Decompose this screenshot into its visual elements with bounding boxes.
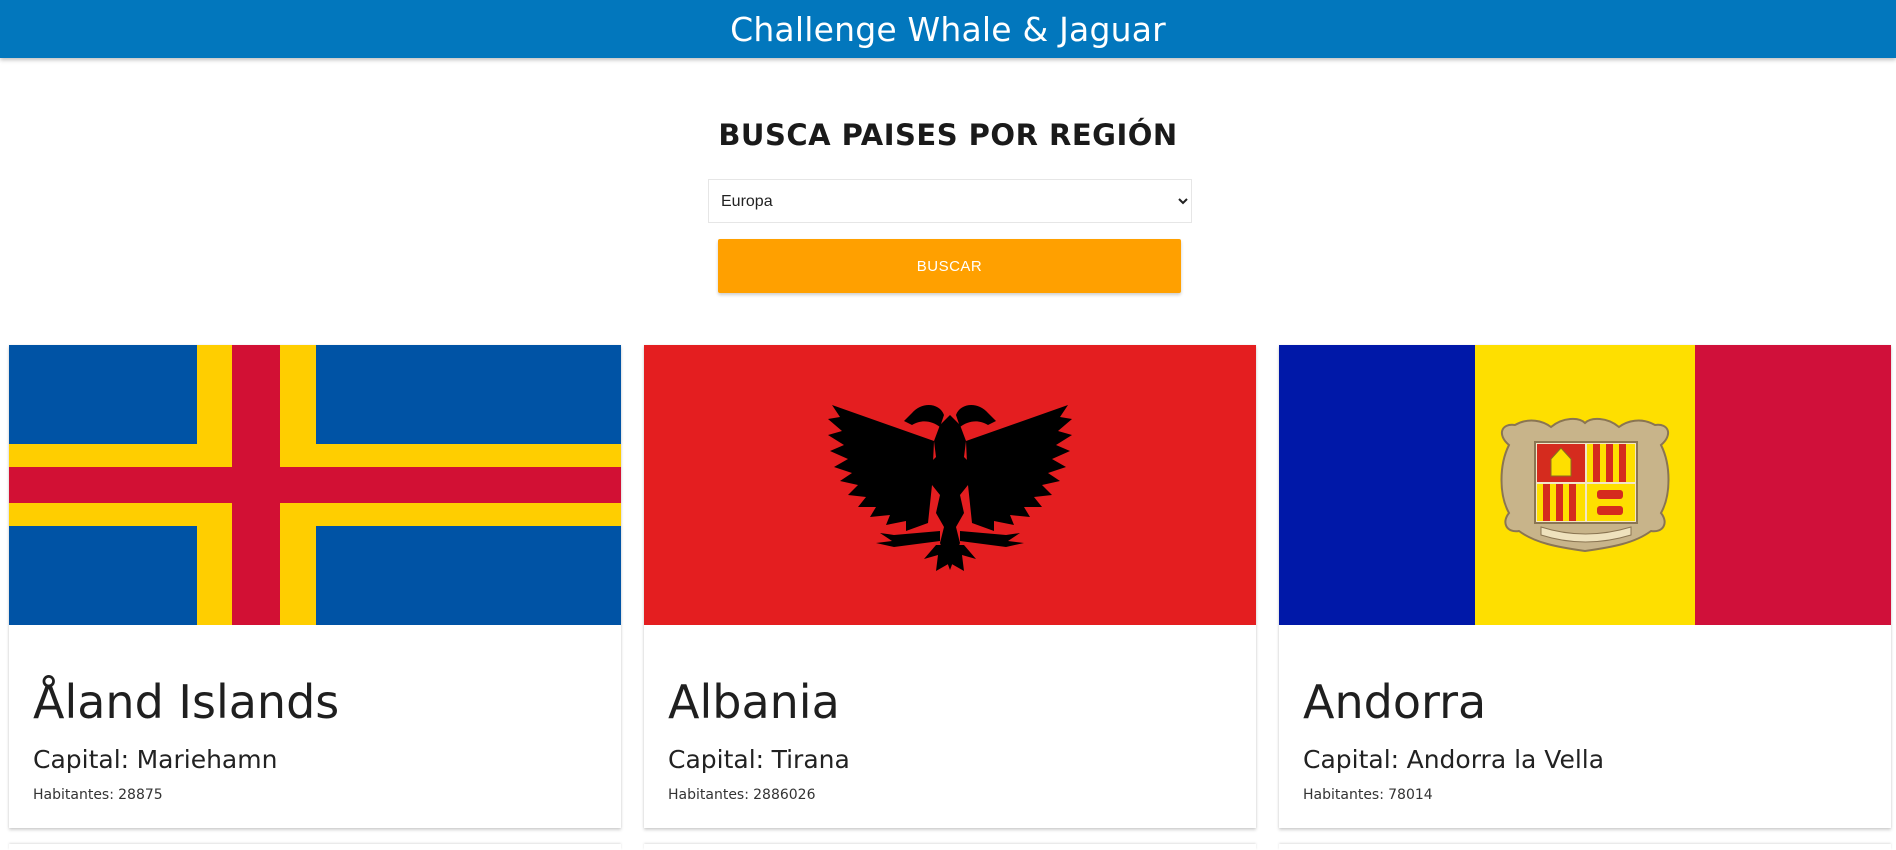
albania-flag-icon [644, 345, 1256, 625]
capital-value: Andorra la Vella [1406, 745, 1605, 774]
country-population: Habitantes: 2886026 [668, 787, 815, 803]
country-population: Habitantes: 78014 [1303, 787, 1433, 803]
search-button[interactable]: BUSCAR [718, 239, 1181, 293]
country-name: Åland Islands [33, 675, 340, 729]
aland-islands-flag-icon [9, 345, 621, 625]
top-app-bar: Challenge Whale & Jaguar [0, 0, 1896, 58]
country-card[interactable]: Andorra Capital: Andorra la Vella Habitan… [1279, 345, 1891, 828]
population-label: Habitantes: [668, 787, 749, 803]
country-population: Habitantes: 28875 [33, 787, 163, 803]
country-card[interactable]: Åland Islands Capital: Mariehamn Habitant… [9, 345, 621, 828]
country-card-partial[interactable] [1279, 844, 1891, 850]
population-label: Habitantes: [1303, 787, 1384, 803]
search-heading: BUSCA PAISES POR REGIÓN [718, 118, 1178, 152]
population-label: Habitantes: [33, 787, 114, 803]
country-capital: Capital: Andorra la Vella [1303, 745, 1604, 774]
population-value: 28875 [118, 787, 163, 803]
country-name: Andorra [1303, 675, 1487, 729]
andorra-coat-of-arms-icon [1500, 417, 1670, 553]
capital-label: Capital: [33, 745, 130, 774]
country-capital: Capital: Tirana [668, 745, 850, 774]
capital-value: Tirana [771, 745, 850, 774]
capital-label: Capital: [668, 745, 765, 774]
andorra-flag-icon [1279, 345, 1891, 625]
region-select-wrapper: Europa [708, 179, 1192, 223]
country-card[interactable]: Albania Capital: Tirana Habitantes: 288602… [644, 345, 1256, 828]
capital-value: Mariehamn [136, 745, 278, 774]
country-card-partial[interactable] [644, 844, 1256, 850]
region-select[interactable]: Europa [709, 180, 1191, 222]
population-value: 2886026 [753, 787, 816, 803]
population-value: 78014 [1388, 787, 1433, 803]
country-card-partial[interactable] [9, 844, 621, 850]
country-name: Albania [668, 675, 840, 729]
country-capital: Capital: Mariehamn [33, 745, 277, 774]
capital-label: Capital: [1303, 745, 1400, 774]
app-title: Challenge Whale & Jaguar [730, 9, 1166, 49]
